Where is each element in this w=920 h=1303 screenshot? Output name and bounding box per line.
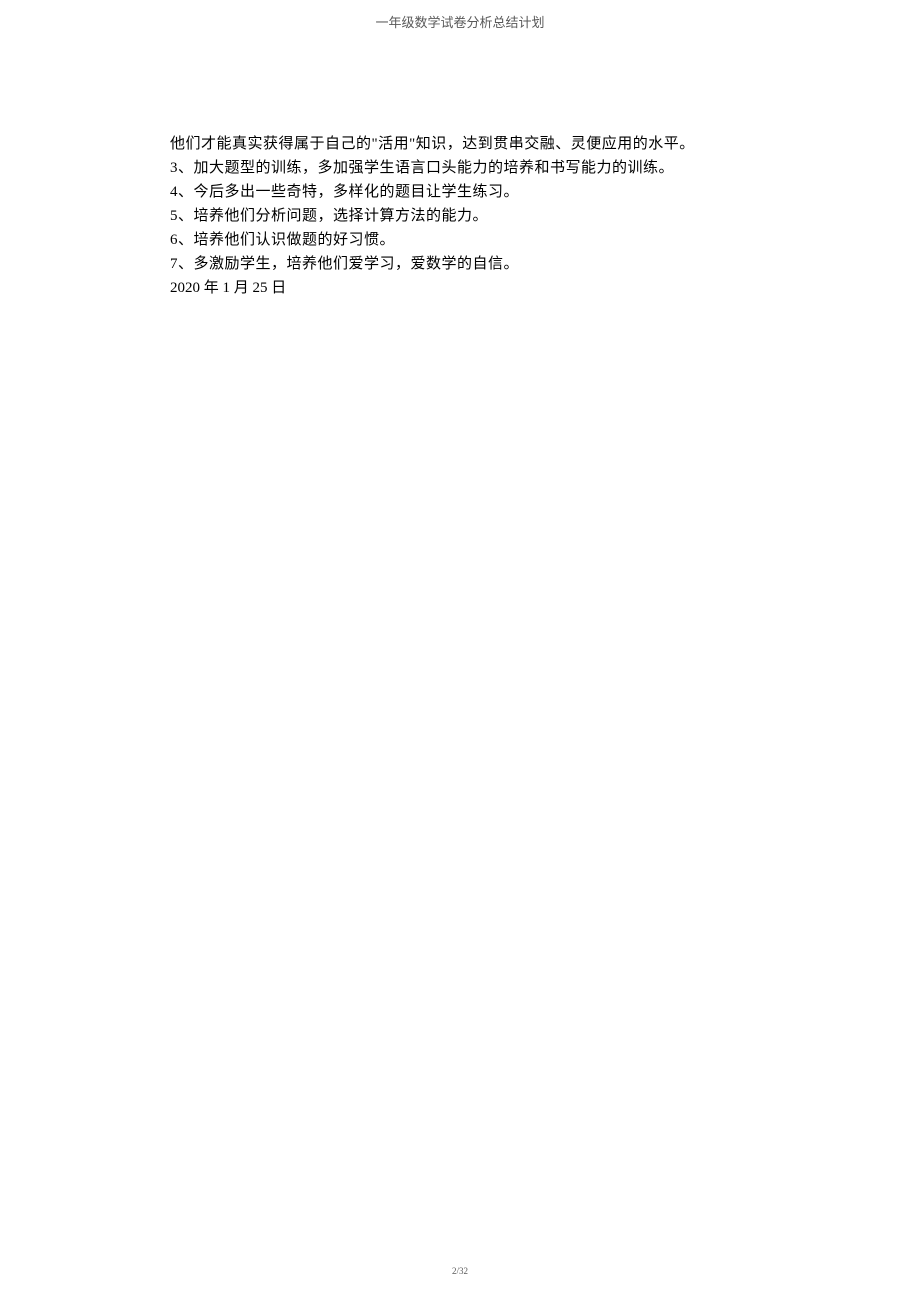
header-title: 一年级数学试卷分析总结计划 [375, 15, 544, 30]
date-day-suffix: 日 [268, 280, 287, 296]
page-header: 一年级数学试卷分析总结计划 [0, 0, 920, 31]
page-total: 32 [459, 1266, 468, 1276]
body-line: 他们才能真实获得属于自己的"活用"知识，达到贯串交融、灵便应用的水平。 [170, 132, 820, 156]
date-month: 1 [223, 280, 231, 296]
document-content: 他们才能真实获得属于自己的"活用"知识，达到贯串交融、灵便应用的水平。 3、加大… [0, 31, 920, 300]
page-footer: 2/32 [0, 1266, 920, 1276]
date-month-suffix: 月 [230, 280, 253, 296]
body-line: 3、加大题型的训练，多加强学生语言口头能力的培养和书写能力的训练。 [170, 156, 820, 180]
body-line: 7、多激励学生，培养他们爱学习，爱数学的自信。 [170, 252, 820, 276]
date-year: 2020 [170, 280, 200, 296]
body-line: 4、今后多出一些奇特，多样化的题目让学生练习。 [170, 180, 820, 204]
body-line: 6、培养他们认识做题的好习惯。 [170, 228, 820, 252]
date-day: 25 [253, 280, 268, 296]
body-line: 5、培养他们分析问题，选择计算方法的能力。 [170, 204, 820, 228]
date-line: 2020 年 1 月 25 日 [170, 276, 820, 300]
date-year-suffix: 年 [200, 280, 223, 296]
